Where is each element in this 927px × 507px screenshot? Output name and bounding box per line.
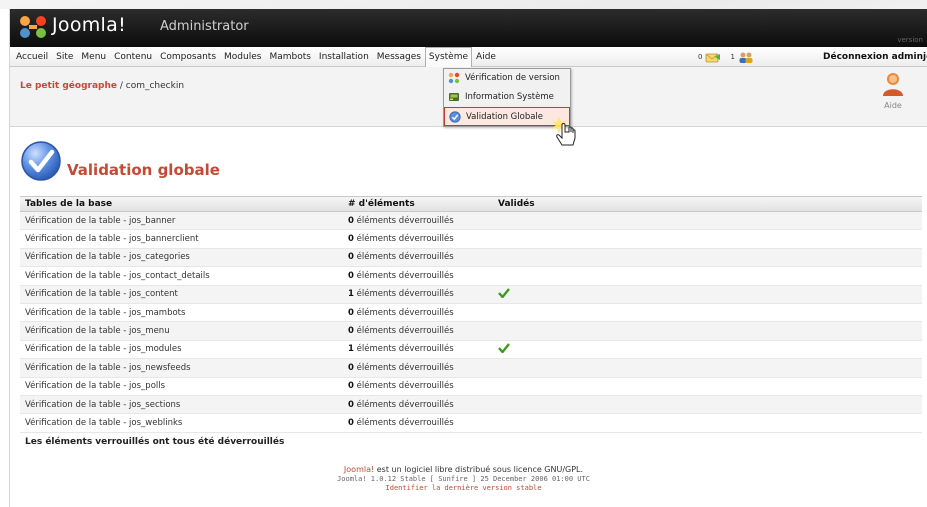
- table-row: Vérification de la table - jos_content 1 …: [20, 285, 922, 304]
- item-count: 0 éléments déverrouillés: [348, 417, 454, 428]
- main-menubar: Accueil Site Menu Contenu Composants Mod…: [10, 47, 927, 67]
- version-tag: version: [897, 36, 923, 44]
- table-name: Vérification de la table - jos_modules: [25, 344, 182, 355]
- system-info-icon: [449, 93, 459, 101]
- license-text: est un logiciel libre distribué sous lic…: [374, 465, 584, 474]
- logo-subtitle: Administrator: [160, 19, 249, 34]
- table-footer-message: Les éléments verrouillés ont tous été dé…: [25, 436, 285, 447]
- checkin-table: Tables de la base # d'éléments Validés V…: [20, 196, 922, 451]
- table-name: Vérification de la table - jos_weblinks: [25, 417, 183, 428]
- table-name: Vérification de la table - jos_bannercli…: [25, 234, 199, 245]
- table-row: Vérification de la table - jos_newsfeeds…: [20, 359, 922, 378]
- global-checkin-icon: [21, 141, 61, 181]
- menu-item-menu[interactable]: Menu: [77, 47, 110, 67]
- menu-item-label: Validation Globale: [466, 111, 544, 122]
- menu-item-accueil[interactable]: Accueil: [12, 47, 52, 67]
- menu-item-system-info[interactable]: Information Système: [444, 88, 570, 107]
- table-row: Vérification de la table - jos_modules 1 …: [20, 341, 922, 360]
- item-count: 1 éléments déverrouillés: [348, 344, 454, 355]
- users-online-icon[interactable]: [738, 51, 754, 63]
- menu-item-contenu[interactable]: Contenu: [110, 47, 156, 67]
- menu-item-systeme[interactable]: Système: [424, 47, 473, 67]
- page-header: Validation globale: [10, 126, 927, 190]
- table-name: Vérification de la table - jos_categorie…: [25, 252, 190, 263]
- table-row: Vérification de la table - jos_sections 0…: [20, 395, 922, 415]
- item-count: 0 éléments déverrouillés: [348, 362, 454, 373]
- admin-header: Joomla! Administrator version: [10, 9, 927, 47]
- header-count: # d'éléments: [348, 199, 415, 209]
- help-label: Aide: [884, 101, 902, 110]
- table-name: Vérification de la table - jos_banner: [25, 215, 176, 226]
- menu-item-modules[interactable]: Modules: [220, 47, 265, 67]
- item-count: 0 éléments déverrouillés: [348, 252, 454, 263]
- menu-item-installation[interactable]: Installation: [315, 47, 373, 67]
- table-name: Vérification de la table - jos_newsfeeds: [25, 362, 191, 373]
- menu-item-aide[interactable]: Aide: [472, 47, 500, 67]
- item-count: 1 éléments déverrouillés: [348, 289, 454, 300]
- logout-link[interactable]: Déconnexion adminjdo: [823, 47, 927, 67]
- table-row: Vérification de la table - jos_polls 0 él…: [20, 378, 922, 396]
- users-count: 1: [730, 53, 735, 61]
- joomla-logo-icon: [20, 16, 46, 38]
- messages-count: 0: [698, 53, 703, 61]
- help-button[interactable]: Aide: [873, 70, 913, 114]
- checked-cell: [498, 287, 648, 301]
- hand-cursor-icon: [551, 116, 576, 146]
- joomla-link[interactable]: Joomla!: [344, 465, 374, 474]
- item-count: 0 éléments déverrouillés: [348, 270, 454, 281]
- check-latest-version-link[interactable]: Identifier la dernière version stable: [10, 484, 917, 492]
- table-row: Vérification de la table - jos_bannercli…: [20, 230, 922, 249]
- item-count: 0 éléments déverrouillés: [348, 399, 454, 410]
- table-row: Vérification de la table - jos_banner 0 é…: [20, 212, 922, 231]
- menu-item-messages[interactable]: Messages: [373, 47, 425, 67]
- menu-item-mambots[interactable]: Mambots: [265, 47, 314, 67]
- messages-icon[interactable]: [705, 51, 721, 63]
- window-frame: [0, 9, 10, 507]
- breadcrumb-separator: /: [116, 81, 126, 91]
- menu-item-site[interactable]: Site: [52, 47, 77, 67]
- breadcrumb-component: com_checkin: [125, 81, 185, 91]
- item-count: 0 éléments déverrouillés: [348, 381, 454, 392]
- header-checked: Validés: [498, 199, 535, 209]
- page-footer: Joomla! est un logiciel libre distribué …: [10, 465, 917, 492]
- table-row: Vérification de la table - jos_menu 0 élé…: [20, 322, 922, 341]
- breadcrumb-site[interactable]: Le petit géographe: [20, 81, 117, 91]
- check-icon: [498, 287, 510, 299]
- item-count: 0 éléments déverrouillés: [348, 326, 454, 337]
- status-area: 0 1: [698, 47, 754, 67]
- global-checkin-icon: [449, 110, 461, 123]
- menu-items: Accueil Site Menu Contenu Composants Mod…: [12, 47, 500, 67]
- table-row: Vérification de la table - jos_categorie…: [20, 248, 922, 268]
- table-name: Vérification de la table - jos_menu: [25, 326, 170, 337]
- table-name: Vérification de la table - jos_polls: [25, 381, 166, 392]
- menu-item-label: Vérification de version: [465, 73, 560, 83]
- version-info: Joomla! 1.0.12 Stable [ Sunfire ] 25 Dec…: [337, 475, 590, 483]
- license-line: Joomla! est un logiciel libre distribué …: [10, 465, 917, 474]
- checked-cell: [498, 343, 648, 356]
- menu-item-label: Information Système: [465, 92, 554, 102]
- menu-item-composants[interactable]: Composants: [156, 47, 220, 67]
- help-icon: [883, 73, 903, 96]
- joomla-icon: [448, 72, 460, 84]
- page-title: Validation globale: [67, 161, 220, 179]
- table-name: Vérification de la table - jos_mambots: [25, 307, 186, 318]
- table-row: Vérification de la table - jos_contact_d…: [20, 267, 922, 286]
- table-header: Tables de la base # d'éléments Validés: [20, 196, 922, 212]
- check-icon: [498, 343, 510, 354]
- item-count: 0 éléments déverrouillés: [348, 307, 454, 318]
- table-row: Vérification de la table - jos_mambots 0 …: [20, 304, 922, 323]
- breadcrumb: Le petit géographe / com_checkin: [20, 81, 184, 91]
- header-tables: Tables de la base: [25, 199, 113, 209]
- menu-item-version-check[interactable]: Vérification de version: [444, 69, 570, 88]
- logo-title: Joomla!: [52, 14, 126, 36]
- item-count: 0 éléments déverrouillés: [348, 215, 454, 226]
- table-body: Vérification de la table - jos_banner 0 é…: [20, 212, 922, 433]
- table-row: Vérification de la table - jos_weblinks 0…: [20, 414, 922, 433]
- table-name: Vérification de la table - jos_contact_d…: [25, 270, 210, 281]
- table-name: Vérification de la table - jos_content: [25, 289, 178, 300]
- table-name: Vérification de la table - jos_sections: [25, 399, 181, 410]
- item-count: 0 éléments déverrouillés: [348, 234, 454, 245]
- main-content: Validation globale Tables de la base # d…: [10, 126, 927, 447]
